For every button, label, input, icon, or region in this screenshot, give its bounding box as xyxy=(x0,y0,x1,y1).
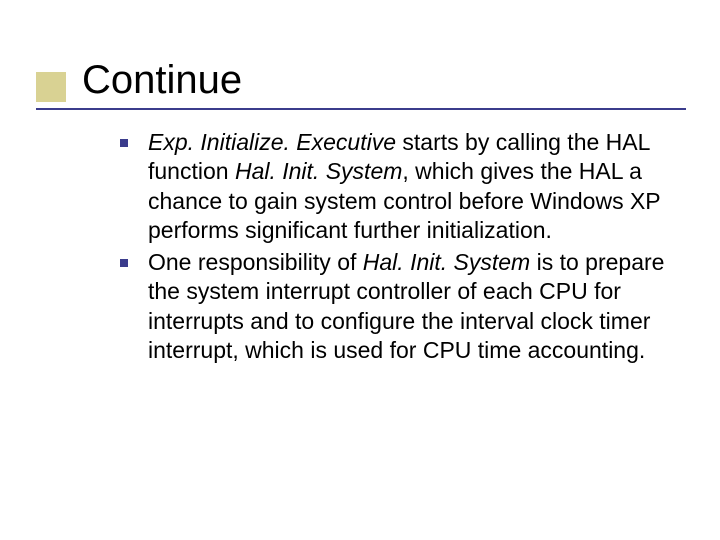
square-bullet-icon xyxy=(120,139,128,147)
slide: Continue Exp. Initialize. Executive star… xyxy=(0,0,720,540)
square-bullet-icon xyxy=(120,259,128,267)
bullet-text-0: Exp. Initialize. Executive starts by cal… xyxy=(148,128,680,246)
slide-title: Continue xyxy=(82,58,242,102)
slide-body: Exp. Initialize. Executive starts by cal… xyxy=(120,128,680,368)
bullet-text-1: One responsibility of Hal. Init. System … xyxy=(148,248,680,366)
bullet-item-1: One responsibility of Hal. Init. System … xyxy=(120,248,680,366)
bullet-item-0: Exp. Initialize. Executive starts by cal… xyxy=(120,128,680,246)
title-underline xyxy=(36,108,686,110)
title-accent-box xyxy=(36,72,66,102)
title-block: Continue xyxy=(36,58,242,102)
